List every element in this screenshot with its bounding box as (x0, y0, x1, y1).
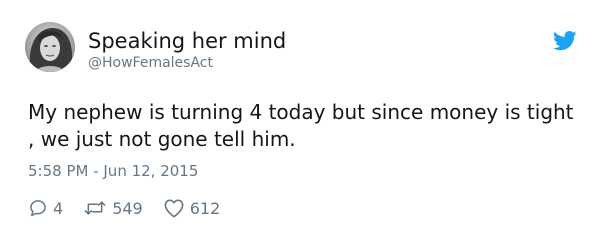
like-count: 612 (189, 198, 221, 218)
display-name[interactable]: Speaking her mind (88, 29, 286, 53)
reply-button[interactable]: 4 (28, 198, 63, 218)
heart-icon (164, 199, 184, 218)
tweet-timestamp[interactable]: 5:58 PM - Jun 12, 2015 (28, 162, 198, 180)
reply-count: 4 (53, 198, 64, 218)
reply-icon (30, 200, 46, 217)
avatar-image (25, 22, 75, 72)
retweet-count: 549 (112, 198, 143, 218)
twitter-bird-icon[interactable] (553, 31, 577, 51)
retweet-button[interactable]: 549 (83, 198, 143, 218)
tweet-card: Speaking her mind @HowFemalesAct My neph… (0, 0, 605, 243)
retweet-icon (84, 201, 106, 215)
tweet-text: My nephew is turning 4 today but since m… (28, 100, 574, 151)
user-handle[interactable]: @HowFemalesAct (88, 55, 213, 71)
like-button[interactable]: 612 (163, 198, 221, 218)
avatar[interactable] (25, 22, 75, 72)
tweet-actions: 4 549 612 (28, 196, 240, 220)
